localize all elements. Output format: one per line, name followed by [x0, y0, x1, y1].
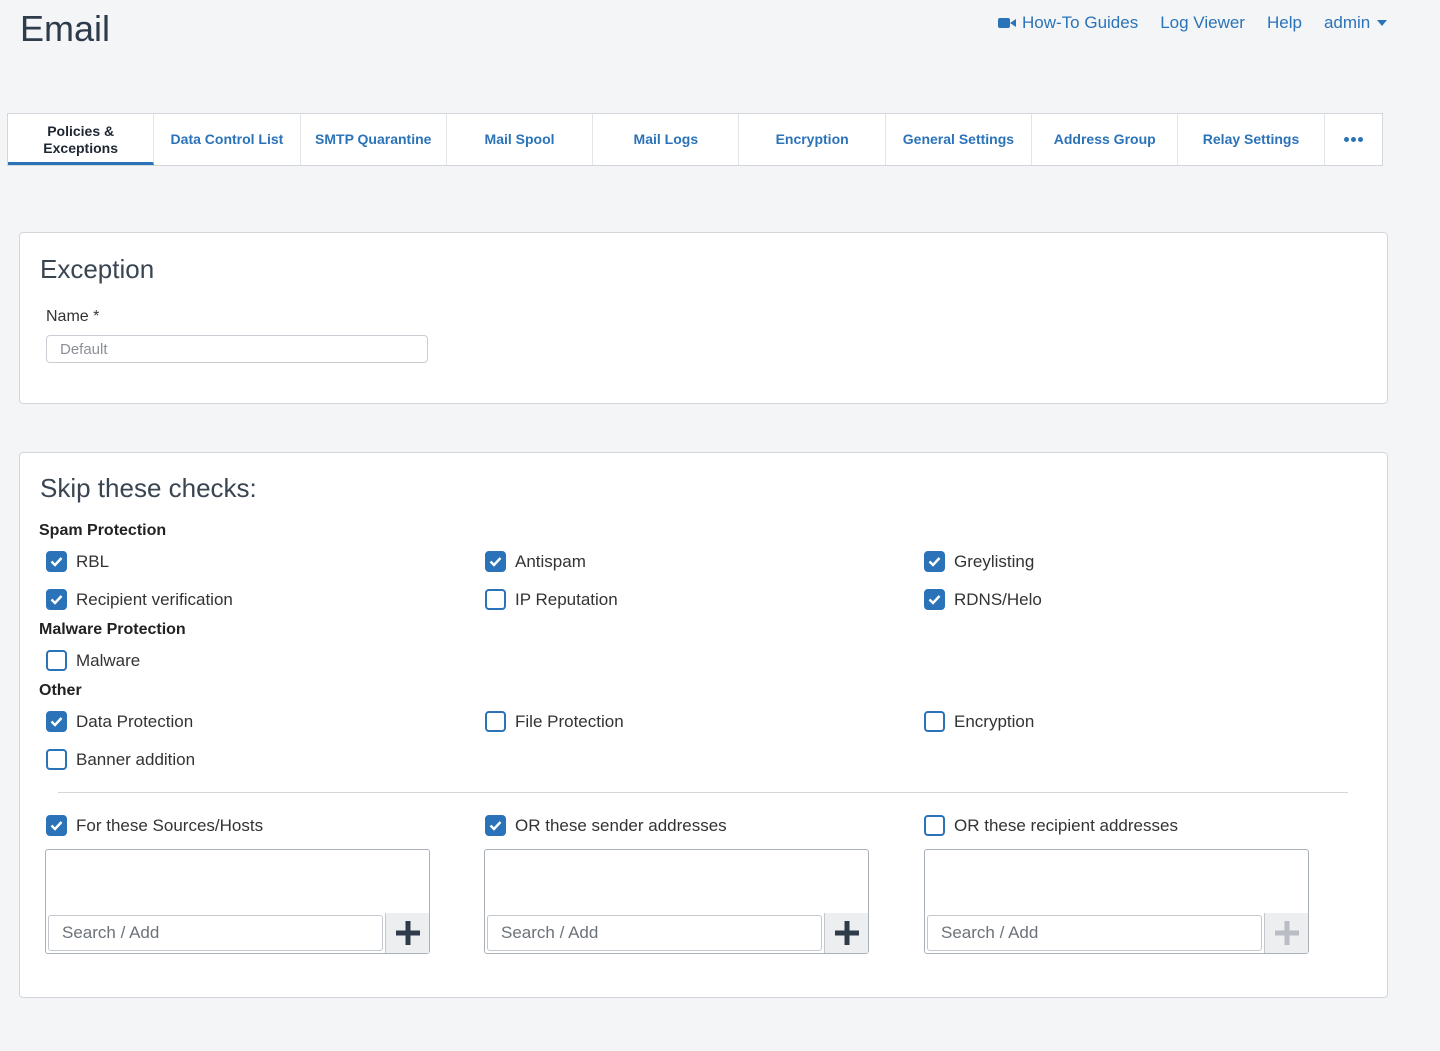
checkbox-checked-icon [46, 551, 67, 572]
name-label: Name * [46, 308, 100, 325]
checkbox-checked-icon [924, 589, 945, 610]
user-name: admin [1323, 13, 1371, 32]
exception-panel: Exception Name * [19, 232, 1388, 404]
tab-relay-settings[interactable]: Relay Settings [1178, 114, 1325, 165]
more-dots-icon [1343, 137, 1363, 142]
rbl-checkbox[interactable]: RBL [46, 551, 109, 572]
recipient-addresses-checkbox[interactable]: OR these recipient addresses [924, 815, 1178, 836]
sources-hosts-label: For these Sources/Hosts [76, 815, 264, 835]
rbl-label: RBL [76, 551, 110, 571]
checkbox-checked-icon [46, 711, 67, 732]
divider [58, 792, 1348, 793]
greylisting-checkbox[interactable]: Greylisting [924, 551, 1034, 572]
data-protection-label: Data Protection [76, 711, 194, 731]
checkbox-checked-icon [485, 815, 506, 836]
recipient-addresses-label: OR these recipient addresses [954, 815, 1178, 835]
checkbox-unchecked-icon [485, 711, 506, 732]
video-camera-icon [998, 17, 1016, 29]
tab-address-group[interactable]: Address Group [1032, 114, 1179, 165]
file-protection-checkbox[interactable]: File Protection [485, 711, 624, 732]
checkbox-unchecked-icon [924, 711, 945, 732]
tab-encryption[interactable]: Encryption [739, 114, 886, 165]
caret-down-icon [1377, 20, 1388, 26]
sources-hosts-checkbox[interactable]: For these Sources/Hosts [46, 815, 263, 836]
checkbox-checked-icon [46, 815, 67, 836]
tab-mail-spool[interactable]: Mail Spool [447, 114, 594, 165]
sources-hosts-list[interactable] [45, 849, 430, 954]
antispam-checkbox[interactable]: Antispam [485, 551, 586, 572]
sources-search-input[interactable] [48, 915, 383, 951]
banner-addition-label: Banner addition [76, 749, 196, 769]
senders-search-input[interactable] [487, 915, 822, 951]
name-input[interactable] [46, 335, 428, 363]
tab-data-control-list[interactable]: Data Control List [154, 114, 301, 165]
recipient-verification-checkbox[interactable]: Recipient verification [46, 589, 233, 610]
tab-smtp-quarantine[interactable]: SMTP Quarantine [301, 114, 447, 165]
log-viewer-link[interactable]: Log Viewer [1160, 13, 1245, 33]
checkbox-unchecked-icon [485, 589, 506, 610]
checkbox-checked-icon [46, 589, 67, 610]
skip-checks-heading: Skip these checks: [40, 473, 257, 503]
tab-general-settings[interactable]: General Settings [886, 114, 1033, 165]
help-link[interactable]: Help [1267, 13, 1302, 33]
recipients-search-input[interactable] [927, 915, 1262, 951]
tab-bar: Policies & Exceptions Data Control List … [7, 113, 1383, 166]
malware-label: Malware [76, 650, 141, 670]
sender-addresses-list[interactable] [484, 849, 869, 954]
greylisting-label: Greylisting [954, 551, 1035, 571]
plus-icon [1274, 921, 1299, 945]
how-to-guides-link[interactable]: How-To Guides [998, 13, 1138, 33]
checkbox-checked-icon [485, 551, 506, 572]
checkbox-unchecked-icon [46, 650, 67, 671]
sources-add-button[interactable] [385, 913, 429, 953]
how-to-guides-label: How-To Guides [1022, 13, 1139, 32]
checkbox-checked-icon [924, 551, 945, 572]
spam-protection-label: Spam Protection [39, 522, 167, 539]
other-label: Other [39, 682, 82, 699]
rdns-helo-label: RDNS/Helo [954, 589, 1042, 609]
sender-addresses-label: OR these sender addresses [515, 815, 727, 835]
top-links: How-To Guides Log Viewer Help admin [998, 13, 1388, 33]
file-protection-label: File Protection [515, 711, 624, 731]
rdns-helo-checkbox[interactable]: RDNS/Helo [924, 589, 1042, 610]
sender-addresses-checkbox[interactable]: OR these sender addresses [485, 815, 727, 836]
recipient-verification-label: Recipient verification [76, 589, 233, 609]
tab-mail-logs[interactable]: Mail Logs [593, 114, 740, 165]
more-tabs-button[interactable] [1325, 114, 1382, 165]
recipient-addresses-list[interactable] [924, 849, 1309, 954]
exception-heading: Exception [40, 254, 155, 284]
tab-policies-exceptions[interactable]: Policies & Exceptions [8, 114, 155, 165]
data-protection-checkbox[interactable]: Data Protection [46, 711, 193, 732]
encryption-label: Encryption [954, 711, 1035, 731]
ip-reputation-label: IP Reputation [515, 589, 618, 609]
checkbox-unchecked-icon [924, 815, 945, 836]
checkbox-unchecked-icon [46, 749, 67, 770]
page-title: Email [20, 8, 111, 49]
malware-protection-label: Malware Protection [39, 621, 186, 638]
encryption-checkbox[interactable]: Encryption [924, 711, 1034, 732]
plus-icon [395, 921, 420, 945]
plus-icon [834, 921, 859, 945]
user-menu[interactable]: admin [1323, 13, 1388, 33]
senders-add-button[interactable] [824, 913, 868, 953]
antispam-label: Antispam [515, 551, 586, 571]
ip-reputation-checkbox[interactable]: IP Reputation [485, 589, 618, 610]
banner-addition-checkbox[interactable]: Banner addition [46, 749, 195, 770]
malware-checkbox[interactable]: Malware [46, 650, 140, 671]
recipients-add-button[interactable] [1264, 913, 1308, 953]
skip-checks-panel: Skip these checks: Spam Protection RBL A… [19, 452, 1388, 998]
